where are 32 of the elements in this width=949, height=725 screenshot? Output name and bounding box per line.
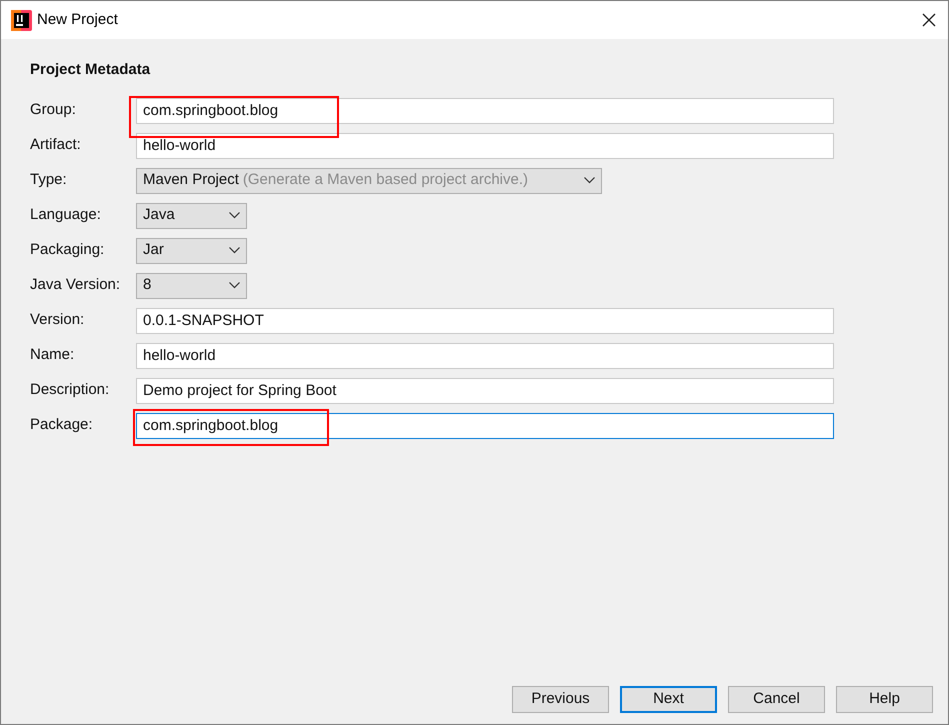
input-field[interactable]: 0.0.1-SNAPSHOT bbox=[136, 308, 834, 334]
field-label: Version: bbox=[30, 310, 86, 330]
field-label: Packaging: bbox=[30, 240, 106, 260]
input-field[interactable]: Demo project for Spring Boot bbox=[136, 378, 834, 404]
dialog-button[interactable]: Cancel bbox=[728, 686, 825, 713]
dialog-button[interactable]: Next bbox=[620, 686, 717, 713]
dropdown[interactable]: Jar bbox=[136, 238, 247, 264]
field-label: Type: bbox=[30, 170, 68, 190]
caret-icon bbox=[229, 282, 240, 289]
dropdown[interactable]: Maven Project (Generate a Maven based project archive.) bbox=[136, 168, 602, 194]
field-label: Group: bbox=[30, 100, 77, 120]
caret-icon bbox=[229, 212, 240, 219]
field-label: Description: bbox=[30, 380, 110, 400]
field-label: Name: bbox=[30, 345, 76, 366]
dropdown[interactable]: Java bbox=[136, 202, 247, 228]
window-title: New Project bbox=[37, 10, 118, 30]
input-field[interactable]: com.springboot.blog bbox=[136, 412, 834, 438]
input-field[interactable]: com.springboot.blog bbox=[136, 98, 834, 124]
section-heading: Project Metadata bbox=[30, 60, 152, 80]
close-icon[interactable] bbox=[922, 13, 936, 27]
caret-icon bbox=[229, 247, 240, 254]
dropdown[interactable]: 8 bbox=[136, 272, 247, 298]
field-label: Java Version: bbox=[30, 275, 122, 296]
dialog-button[interactable]: Help bbox=[836, 686, 933, 713]
dialog-button[interactable]: Previous bbox=[512, 686, 609, 713]
field-label: Package: bbox=[30, 415, 94, 436]
field-label: Artifact: bbox=[30, 135, 82, 156]
field-label: Language: bbox=[30, 205, 102, 226]
caret-icon bbox=[584, 177, 595, 184]
app-logo-icon bbox=[11, 10, 32, 30]
input-field[interactable]: hello-world bbox=[136, 132, 834, 158]
input-field[interactable]: hello-world bbox=[136, 342, 834, 368]
